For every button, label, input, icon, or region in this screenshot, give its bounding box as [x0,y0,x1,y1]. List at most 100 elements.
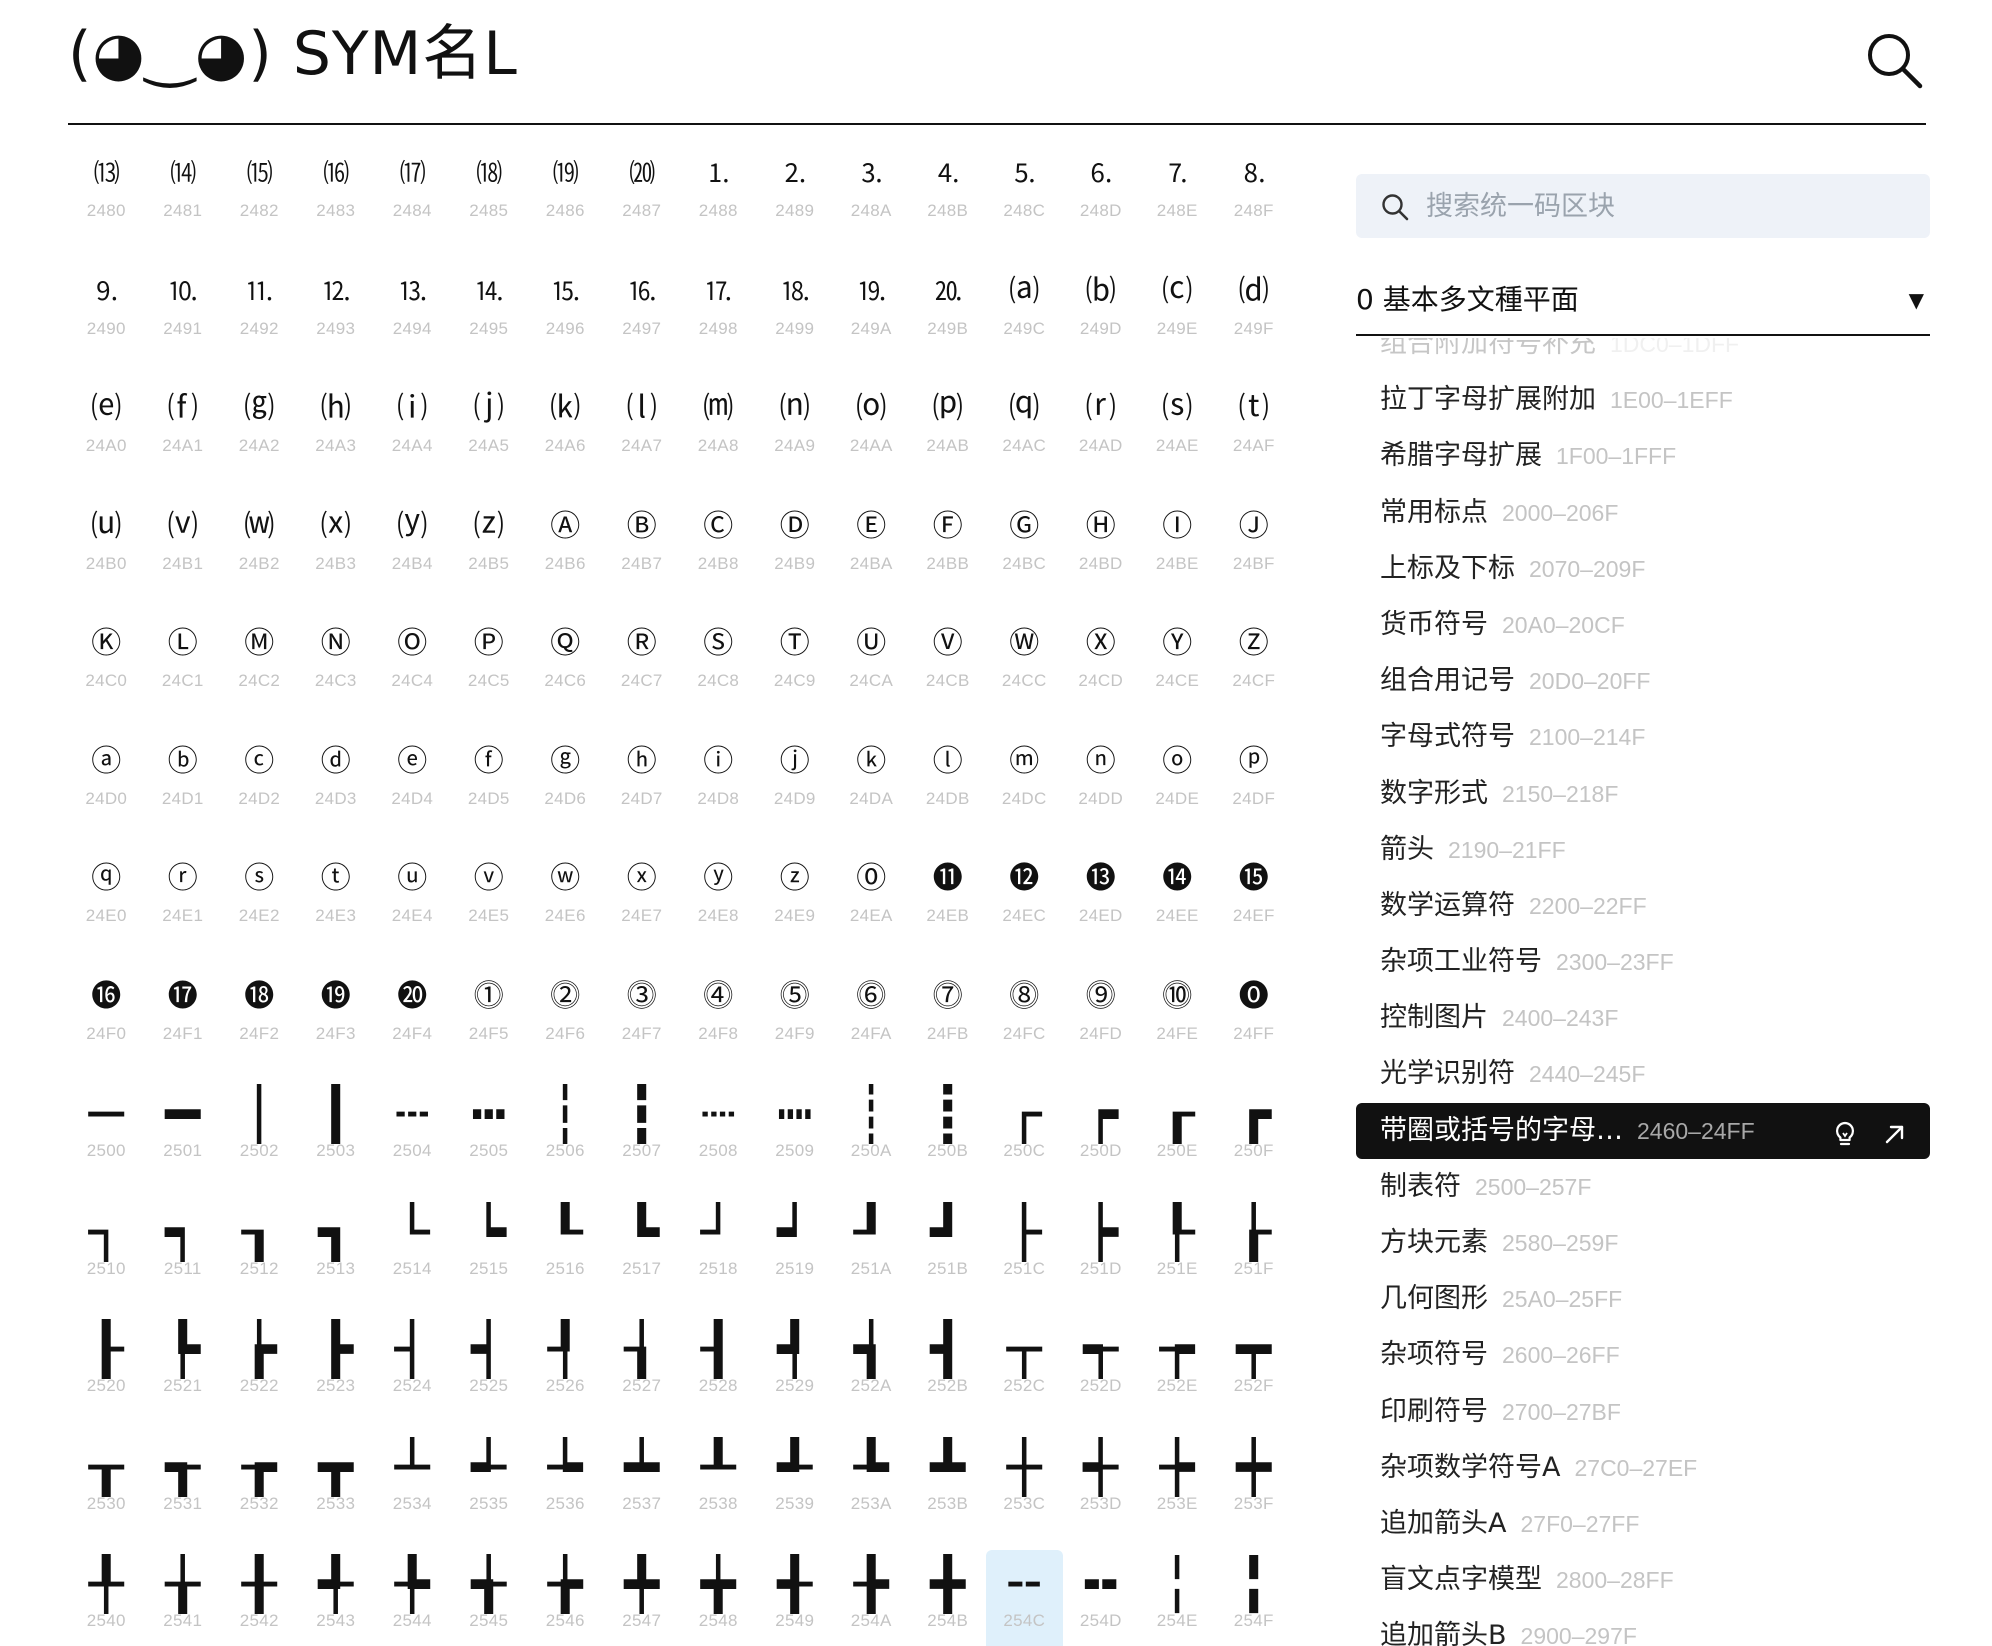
glyph-cell[interactable]: ⒛ 249B [910,258,987,376]
block-list-item[interactable]: 几何图形 25A0–25FF [1356,1271,1930,1327]
glyph-cell[interactable]: ⓜ 24DC [986,728,1063,846]
glyph-cell[interactable]: ┠ 2520 [68,1315,145,1433]
block-list-item[interactable]: 数字形式 2150–218F [1356,766,1930,822]
glyph-cell[interactable]: ⒍ 248D [1063,140,1140,258]
glyph-cell[interactable]: ⒣ 24A3 [298,375,375,493]
block-list-item[interactable]: 希腊字母扩展 1F00–1FFF [1356,428,1930,484]
glyph-cell[interactable]: ┥ 2525 [451,1315,528,1433]
glyph-cell[interactable]: Ⓙ 24BF [1216,493,1289,611]
glyph-cell[interactable]: ╍ 254D [1063,1550,1140,1646]
glyph-cell[interactable]: Ⓧ 24CD [1063,610,1140,728]
glyph-cell[interactable]: ⓳ 24F3 [298,963,375,1081]
glyph-cell[interactable]: ├ 251C [986,1198,1063,1316]
block-list-item[interactable]: 带圈或括号的字母… 2460–24FF [1356,1102,1930,1159]
glyph-cell[interactable]: ┯ 252F [1216,1315,1289,1433]
glyph-cell[interactable]: ╇ 2547 [604,1550,681,1646]
glyph-cell[interactable]: ⒑ 2491 [145,258,222,376]
glyph-cell[interactable]: Ⓜ 24C2 [221,610,298,728]
glyph-cell[interactable]: ╃ 2543 [298,1550,375,1646]
glyph-cell[interactable]: ┟ 251F [1216,1198,1289,1316]
block-list-item[interactable]: 数学运算符 2200–22FF [1356,878,1930,934]
glyph-cell[interactable]: ┝ 251D [1063,1198,1140,1316]
glyph-cell[interactable]: ╋ 254B [910,1550,987,1646]
glyph-cell[interactable]: Ⓗ 24BD [1063,493,1140,611]
glyph-cell[interactable]: ┺ 253A [833,1433,910,1551]
glyph-cell[interactable]: ┗ 2517 [604,1198,681,1316]
glyph-cell[interactable]: ⒄ 2484 [374,140,451,258]
glyph-cell[interactable]: ⓙ 24D9 [757,728,834,846]
glyph-cell[interactable]: ┷ 2537 [604,1433,681,1551]
glyph-cell[interactable]: ┮ 252E [1139,1315,1216,1433]
glyph-cell[interactable]: Ⓓ 24B9 [757,493,834,611]
glyph-cell[interactable]: ⒨ 24A8 [680,375,757,493]
glyph-cell[interactable]: ⓼ 24FC [986,963,1063,1081]
glyph-cell[interactable]: ⓯ 24EF [1216,845,1289,963]
glyph-cell[interactable]: ⓣ 24E3 [298,845,375,963]
glyph-cell[interactable]: ⒐ 2490 [68,258,145,376]
glyph-cell[interactable]: ⓺ 24FA [833,963,910,1081]
glyph-cell[interactable]: ╄ 2544 [374,1550,451,1646]
glyph-cell[interactable]: ⒠ 24A0 [68,375,145,493]
glyph-cell[interactable]: ┈ 2508 [680,1080,757,1198]
glyph-cell[interactable]: ┶ 2536 [527,1433,604,1551]
block-list-item[interactable]: 箭头 2190–21FF [1356,822,1930,878]
glyph-cell[interactable]: ┨ 2528 [680,1315,757,1433]
glyph-cell[interactable]: Ⓚ 24C0 [68,610,145,728]
glyph-cell[interactable]: ⓭ 24ED [1063,845,1140,963]
glyph-cell[interactable]: ┅ 2505 [451,1080,528,1198]
glyph-cell[interactable]: ⓻ 24FB [910,963,987,1081]
external-link-icon[interactable] [1880,1116,1910,1146]
block-list-item[interactable]: 杂项符号 2600–26FF [1356,1327,1930,1383]
glyph-cell[interactable]: Ⓦ 24CC [986,610,1063,728]
glyph-cell[interactable]: Ⓤ 24CA [833,610,910,728]
glyph-cell[interactable]: ⓰ 24F0 [68,963,145,1081]
glyph-cell[interactable]: ┡ 2521 [145,1315,222,1433]
block-list-item[interactable]: 拉丁字母扩展附加 1E00–1EFF [1356,372,1930,428]
app-logo[interactable]: (◕‿◕) SYM名L [68,18,518,90]
glyph-cell[interactable]: ⓦ 24E6 [527,845,604,963]
glyph-cell[interactable]: ┄ 2504 [374,1080,451,1198]
glyph-cell[interactable]: ┢ 2522 [221,1315,298,1433]
glyph-cell[interactable]: ┖ 2516 [527,1198,604,1316]
glyph-cell[interactable]: Ⓒ 24B8 [680,493,757,611]
block-list-item[interactable]: 常用标点 2000–206F [1356,485,1930,541]
glyph-cell[interactable]: ⒗ 2497 [604,258,681,376]
glyph-cell[interactable]: ⒎ 248E [1139,140,1216,258]
glyph-cell[interactable]: ╎ 254E [1139,1550,1216,1646]
search-icon[interactable] [1862,28,1926,92]
glyph-cell[interactable]: ⒋ 248B [910,140,987,258]
glyph-cell[interactable]: ⒙ 2499 [757,258,834,376]
glyph-cell[interactable]: ⓵ 24F5 [451,963,528,1081]
block-list-item[interactable]: 控制图片 2400–243F [1356,990,1930,1046]
glyph-cell[interactable]: ⒒ 2492 [221,258,298,376]
glyph-cell[interactable]: Ⓖ 24BC [986,493,1063,611]
glyph-cell[interactable]: ⓕ 24D5 [451,728,528,846]
glyph-cell[interactable]: ┎ 250E [1139,1080,1216,1198]
glyph-cell[interactable]: Ⓨ 24CE [1139,610,1216,728]
glyph-cell[interactable]: ⒩ 24A9 [757,375,834,493]
glyph-cell[interactable]: ⓩ 24E9 [757,845,834,963]
glyph-cell[interactable]: ⓝ 24DD [1063,728,1140,846]
glyph-cell[interactable]: ┪ 252A [833,1315,910,1433]
glyph-cell[interactable]: ┙ 2519 [757,1198,834,1316]
glyph-cell[interactable]: Ⓛ 24C1 [145,610,222,728]
glyph-cell[interactable]: ⒬ 24AC [986,375,1063,493]
glyph-cell[interactable]: ⓗ 24D7 [604,728,681,846]
glyph-cell[interactable]: ⓴ 24F4 [374,963,451,1081]
glyph-cell[interactable]: ⒢ 24A2 [221,375,298,493]
glyph-cell[interactable]: ⓶ 24F6 [527,963,604,1081]
glyph-cell[interactable]: ╂ 2542 [221,1550,298,1646]
glyph-cell[interactable]: ┍ 250D [1063,1080,1140,1198]
glyph-cell[interactable]: ┻ 253B [910,1433,987,1551]
glyph-cell[interactable]: ⓪ 24EA [833,845,910,963]
glyph-cell[interactable]: ┛ 251B [910,1198,987,1316]
glyph-cell[interactable]: ⒊ 248A [833,140,910,258]
block-search-box[interactable] [1356,174,1930,238]
glyph-cell[interactable]: ⒵ 24B5 [451,493,528,611]
glyph-cell[interactable]: ╆ 2546 [527,1550,604,1646]
glyph-cell[interactable]: ⒏ 248F [1216,140,1289,258]
glyph-cell[interactable]: ⒔ 2494 [374,258,451,376]
glyph-cell[interactable]: ⒮ 24AE [1139,375,1216,493]
glyph-cell[interactable]: ┰ 2530 [68,1433,145,1551]
glyph-cell[interactable]: ━ 2501 [145,1080,222,1198]
